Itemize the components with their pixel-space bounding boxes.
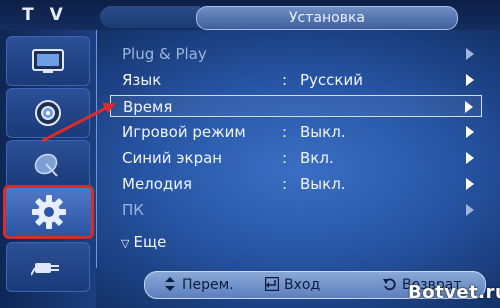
menu-item-plug-and-play[interactable]: Plug & Play [122,43,482,65]
more-label: Еще [133,233,167,251]
menu-item-label: ПК [122,201,144,219]
help-enter: Вход [265,276,320,294]
menu-item-label: Plug & Play [122,45,207,63]
chevron-down-icon: ▽ [121,237,130,250]
tv-label: T V [22,5,68,25]
chevron-right-icon [466,152,474,164]
menu-item-value: Выкл. [300,123,346,141]
menu-item-value: Вкл. [300,149,334,167]
chevron-right-icon [466,48,474,60]
chevron-right-icon [466,178,474,190]
chevron-right-icon [466,204,474,216]
menu-item-label: Время [123,98,173,116]
help-enter-label: Вход [284,277,321,293]
sidebar-item-channel[interactable] [6,140,90,190]
page-title: Установка [196,6,458,30]
chevron-right-icon [465,101,473,113]
up-down-arrows-icon [165,277,175,291]
enter-icon [265,277,279,291]
menu-item-separator: : [282,71,288,89]
watermark: Botvet.ru [408,282,500,303]
menu-item-pc[interactable]: ПК [122,199,482,221]
settings-menu: Plug & Play Язык : Русский Время Игровой… [96,30,489,268]
sidebar-item-setup[interactable] [3,185,94,239]
more-button[interactable]: ▽ Еще [121,231,241,253]
gear-icon [31,195,66,229]
picture-icon [32,49,64,73]
menu-item-language[interactable]: Язык : Русский [122,69,482,91]
menu-item-game-mode[interactable]: Игровой режим : Выкл. [122,121,482,143]
menu-item-label: Язык [122,71,162,89]
sidebar-item-input[interactable] [6,242,90,292]
sidebar-item-picture[interactable] [6,36,90,86]
menu-item-time[interactable]: Время [110,95,482,117]
help-move-label: Перем. [182,277,234,293]
sidebar [0,30,96,308]
menu-item-label: Синий экран [122,149,223,167]
menu-item-separator: : [282,149,288,167]
menu-item-melody[interactable]: Мелодия : Выкл. [122,173,482,195]
return-icon [383,278,396,291]
title-bar-left-cap [100,6,200,28]
satellite-dish-icon [34,153,58,177]
menu-item-value: Русский [300,71,363,89]
menu-item-label: Игровой режим [122,123,246,141]
annotation-arrow-icon [41,103,116,143]
menu-item-value: Выкл. [300,175,346,193]
menu-item-separator: : [282,175,288,193]
menu-item-separator: : [282,123,288,141]
chevron-right-icon [466,74,474,86]
input-plug-icon [31,263,59,276]
menu-item-blue-screen[interactable]: Синий экран : Вкл. [122,147,482,169]
chevron-right-icon [466,126,474,138]
menu-item-label: Мелодия [122,175,193,193]
help-move: Перем. [163,276,234,294]
top-bar: T V Установка [0,0,500,30]
